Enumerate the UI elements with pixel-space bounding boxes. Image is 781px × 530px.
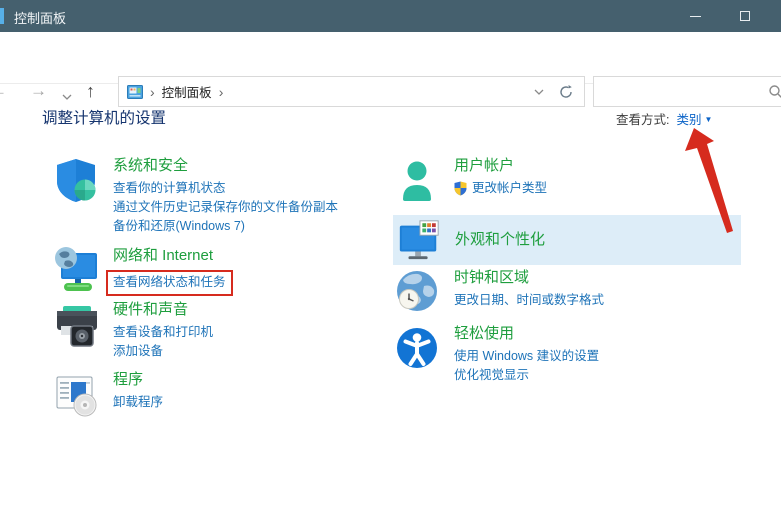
- category-title[interactable]: 外观和个性化: [455, 230, 545, 250]
- category-title[interactable]: 网络和 Internet: [113, 246, 233, 266]
- search-icon: [768, 84, 781, 100]
- hardware-sound-icon[interactable]: [52, 300, 100, 348]
- view-by: 查看方式: 类别 ▼: [616, 109, 712, 128]
- link-add-device[interactable]: 添加设备: [113, 342, 213, 361]
- breadcrumb-control-panel[interactable]: 控制面板: [162, 82, 212, 101]
- category-ease-of-access: 轻松使用 使用 Windows 建议的设置 优化视觉显示: [393, 324, 599, 385]
- app-icon: [0, 8, 4, 24]
- appearance-personalization-icon[interactable]: [396, 217, 442, 263]
- network-internet-icon[interactable]: [52, 246, 100, 294]
- category-clock-region: 时钟和区域 更改日期、时间或数字格式: [393, 268, 604, 316]
- ease-of-access-icon[interactable]: [393, 324, 441, 372]
- system-security-icon[interactable]: [52, 156, 100, 204]
- recent-pages-dropdown[interactable]: [62, 87, 72, 105]
- control-panel-window: 控制面板 ← → ↑ › 控制面板 ›: [0, 0, 781, 530]
- breadcrumb-separator: ›: [150, 84, 155, 100]
- search-box[interactable]: [593, 76, 781, 107]
- uac-shield-icon: [454, 181, 467, 196]
- minimize-button[interactable]: [678, 0, 712, 32]
- link-uninstall-program[interactable]: 卸载程序: [113, 393, 163, 412]
- category-title[interactable]: 轻松使用: [454, 324, 599, 344]
- category-programs: 程序 卸载程序: [52, 370, 163, 418]
- category-network-internet: 网络和 Internet 查看网络状态和任务: [52, 246, 233, 296]
- link-change-date-time-format[interactable]: 更改日期、时间或数字格式: [454, 291, 604, 310]
- category-title[interactable]: 用户帐户: [454, 156, 547, 176]
- back-button[interactable]: ←: [0, 80, 7, 102]
- navigation-toolbar: ← → ↑ › 控制面板 ›: [0, 32, 781, 84]
- link-backup-restore-win7[interactable]: 备份和还原(Windows 7): [113, 217, 338, 236]
- window-title: 控制面板: [14, 8, 66, 27]
- category-appearance-personalization[interactable]: 外观和个性化: [393, 215, 741, 265]
- titlebar: 控制面板: [0, 0, 781, 32]
- up-button[interactable]: ↑: [86, 80, 95, 102]
- view-by-caret-icon[interactable]: ▼: [705, 115, 713, 124]
- link-check-computer-status[interactable]: 查看你的计算机状态: [113, 179, 338, 198]
- link-view-devices-printers[interactable]: 查看设备和打印机: [113, 323, 213, 342]
- maximize-button[interactable]: [728, 0, 762, 32]
- category-title[interactable]: 硬件和声音: [113, 300, 213, 320]
- link-optimize-visual-display[interactable]: 优化视觉显示: [454, 366, 599, 385]
- address-dropdown-icon[interactable]: [534, 89, 544, 95]
- clock-region-icon[interactable]: [393, 268, 441, 316]
- user-accounts-icon[interactable]: [393, 156, 441, 204]
- link-file-history-backup[interactable]: 通过文件历史记录保存你的文件备份副本: [113, 198, 338, 217]
- annotation-red-box: 查看网络状态和任务: [106, 270, 233, 296]
- category-hardware-sound: 硬件和声音 查看设备和打印机 添加设备: [52, 300, 213, 361]
- refresh-icon[interactable]: [558, 84, 574, 100]
- maximize-icon: [740, 11, 750, 21]
- minimize-icon: [690, 16, 701, 17]
- category-title[interactable]: 程序: [113, 370, 163, 390]
- view-by-label: 查看方式:: [616, 113, 669, 127]
- address-bar[interactable]: › 控制面板 ›: [118, 76, 585, 107]
- chevron-down-icon: [62, 94, 72, 100]
- category-system-security: 系统和安全 查看你的计算机状态 通过文件历史记录保存你的文件备份副本 备份和还原…: [52, 156, 338, 236]
- link-view-network-status[interactable]: 查看网络状态和任务: [113, 273, 226, 292]
- category-title[interactable]: 系统和安全: [113, 156, 338, 176]
- link-windows-suggested-settings[interactable]: 使用 Windows 建议的设置: [454, 347, 599, 366]
- category-title[interactable]: 时钟和区域: [454, 268, 604, 288]
- breadcrumb-separator: ›: [219, 84, 224, 100]
- search-input[interactable]: [600, 80, 760, 103]
- forward-button[interactable]: →: [30, 80, 47, 102]
- programs-icon[interactable]: [52, 370, 100, 418]
- view-by-value[interactable]: 类别: [676, 113, 701, 127]
- page-title: 调整计算机的设置: [42, 106, 166, 128]
- control-panel-icon: [127, 84, 143, 100]
- link-change-account-type[interactable]: 更改帐户类型: [472, 179, 547, 198]
- category-user-accounts: 用户帐户 更改帐户类型: [393, 156, 547, 204]
